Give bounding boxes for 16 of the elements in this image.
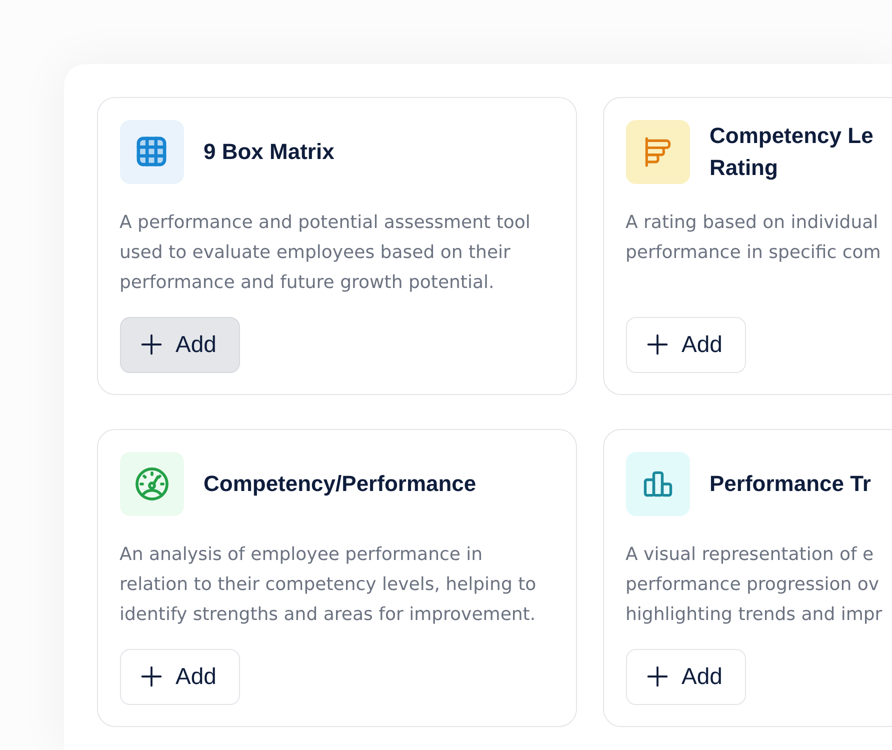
card-title: Competency/Performance	[204, 470, 476, 498]
add-button[interactable]: Add	[120, 316, 240, 372]
add-button[interactable]: Add	[626, 648, 746, 704]
card-description: A rating based on individual performance in specific com	[626, 210, 882, 264]
plus-icon	[646, 666, 668, 687]
card-description: An analysis of employee performance in relation to their competency levels, helping to identify strengths and areas for improvement.	[120, 542, 538, 626]
add-button[interactable]: Add	[626, 316, 746, 372]
card-title: 9 Box Matrix	[204, 138, 334, 166]
card-description: A performance and potential assessment tool used to evaluate employees based on their performance and future growth potential.	[120, 210, 532, 294]
plus-icon	[140, 666, 162, 687]
card-title: Performance Tr	[710, 470, 871, 498]
plus-icon	[646, 334, 668, 355]
add-button[interactable]: Add	[120, 648, 240, 704]
plus-icon	[140, 334, 162, 355]
card-title: Competency Le Rating	[710, 122, 874, 182]
card-description: A visual representation of e performance progression ov highlighting trends and impr	[626, 542, 884, 626]
